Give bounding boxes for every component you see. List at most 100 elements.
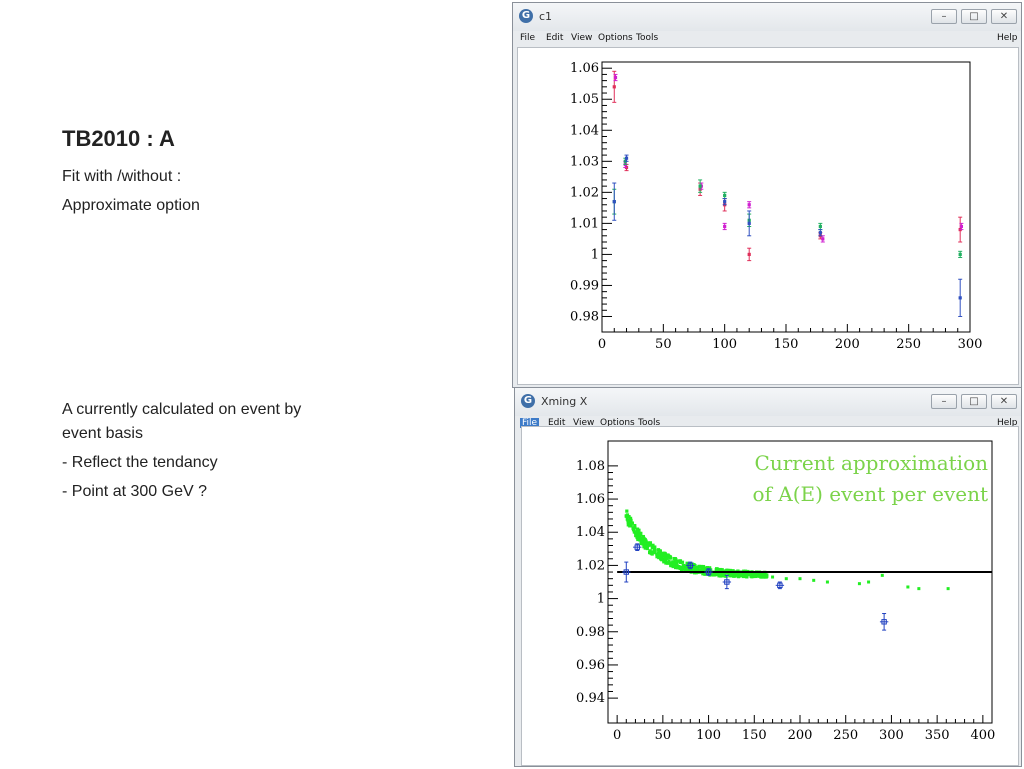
annotation-line1: Current approximation: [755, 451, 989, 475]
green-event-point: [946, 587, 950, 591]
green-event-point: [643, 544, 647, 548]
green-event-point: [737, 573, 741, 577]
y-tick-label: 1.02: [576, 558, 605, 573]
annotation-line2: of A(E) event per event: [753, 482, 989, 506]
menubar: File Edit View Options Tools Help: [513, 31, 1021, 47]
green-event-point: [749, 574, 753, 578]
data-point: [613, 75, 618, 80]
x-tick-label: 50: [655, 337, 672, 352]
bullet-300gev: - Point at 300 GeV ?: [62, 483, 207, 500]
green-event-point: [637, 531, 641, 535]
green-event-point: [676, 566, 680, 570]
slide-title: TB2010 : A: [62, 126, 175, 151]
green-event-point: [653, 545, 657, 549]
green-event-point: [625, 509, 629, 513]
plot-frame-box: [601, 61, 971, 333]
y-tick-label: 1.05: [570, 92, 599, 107]
green-event-point: [715, 567, 720, 571]
y-tick-label: 0.96: [576, 658, 605, 673]
data-point: [747, 252, 751, 257]
data-point: [958, 252, 962, 257]
green-event-point: [699, 568, 703, 572]
green-event-point: [634, 530, 638, 534]
x-tick-label: 200: [788, 728, 813, 743]
green-event-point: [880, 573, 884, 577]
green-event-point: [825, 580, 829, 584]
menu-help[interactable]: Help: [997, 33, 1018, 43]
data-point: [723, 224, 727, 229]
menu-file[interactable]: File: [520, 33, 535, 43]
data-point: [959, 224, 964, 229]
green-event-point: [633, 524, 637, 528]
green-event-point: [784, 577, 788, 581]
x-tick-label: 100: [696, 728, 721, 743]
data-point: [821, 237, 825, 241]
close-button[interactable]: ✕: [991, 9, 1017, 24]
menu-edit[interactable]: Edit: [546, 33, 563, 43]
green-event-point: [671, 560, 675, 564]
green-event-point: [759, 573, 763, 578]
green-event-point: [744, 573, 748, 577]
window-title: c1: [539, 10, 553, 23]
green-event-point: [665, 556, 669, 560]
data-point: [958, 296, 962, 300]
canvas-xming[interactable]: 0 50 100 150 200 250 300 350 400 0.94 0.96 0.98 1 1.0…: [521, 426, 1019, 766]
green-event-point: [660, 558, 664, 562]
green-event-point: [697, 564, 701, 568]
y-tick-label: 0.98: [576, 625, 605, 640]
slide-subtitle-line1: Fit with /without :: [62, 168, 182, 185]
maximize-button[interactable]: □: [961, 394, 987, 409]
y-tick-label: 1.06: [570, 61, 599, 76]
green-event-point: [676, 559, 680, 563]
x-tick-label: 200: [835, 337, 860, 352]
maximize-button[interactable]: □: [961, 9, 987, 24]
y-tick-label: 1.04: [570, 123, 599, 138]
y-tick-label: 1.02: [570, 185, 599, 200]
data-point: [818, 231, 822, 235]
y-tick-label: 1.03: [570, 154, 599, 169]
data-point: [612, 85, 616, 89]
y-tick-label: 1.01: [570, 216, 599, 231]
window-titlebar[interactable]: G c1 – □ ✕: [513, 3, 1021, 31]
green-event-point: [857, 582, 861, 586]
x-tick-label: 250: [896, 337, 921, 352]
data-point: [612, 200, 616, 204]
root-app-icon: G: [521, 394, 535, 408]
x-tick-label: 150: [774, 337, 799, 352]
data-point: [698, 184, 702, 188]
close-button[interactable]: ✕: [991, 394, 1017, 409]
y-tick-label: 0.98: [570, 309, 599, 324]
x-tick-label: 350: [925, 728, 950, 743]
minimize-button[interactable]: –: [931, 394, 957, 409]
slide-paragraph: A currently calculated on event by event…: [62, 398, 362, 509]
x-tick-label: 250: [833, 728, 858, 743]
x-tick-label: 300: [879, 728, 904, 743]
paragraph-line-b: event basis: [62, 425, 143, 442]
menu-tools[interactable]: Tools: [636, 33, 658, 43]
menu-view[interactable]: View: [571, 33, 592, 43]
green-event-point: [867, 580, 871, 584]
canvas-c1[interactable]: 0 50 100 150 200 250 300 0.98 0.99 1 1.01 1.02 1.03 1…: [517, 47, 1019, 385]
green-event-point: [650, 552, 654, 556]
x-tick-label: 400: [970, 728, 995, 743]
x-tick-label: 0: [598, 337, 606, 352]
slide-subtitle-line2: Approximate option: [62, 197, 200, 214]
green-event-point: [695, 567, 699, 571]
green-event-point: [627, 515, 631, 519]
x-tick-label: 0: [613, 728, 621, 743]
window-c1: G c1 – □ ✕ File Edit View Options Tools …: [512, 2, 1022, 388]
root-app-icon: G: [519, 9, 533, 23]
data-point: [723, 193, 727, 198]
green-event-point: [906, 585, 910, 589]
window-titlebar[interactable]: G Xming X – □ ✕: [515, 388, 1021, 416]
green-event-point: [627, 520, 631, 525]
data-point: [747, 203, 751, 207]
green-event-point: [917, 587, 921, 591]
data-point: [818, 224, 822, 229]
green-event-point: [668, 555, 673, 559]
green-event-point: [663, 553, 667, 557]
minimize-button[interactable]: –: [931, 9, 957, 24]
green-event-point: [718, 574, 723, 578]
window-xming: G Xming X – □ ✕ File Edit View Options T…: [514, 387, 1022, 767]
menu-options[interactable]: Options: [598, 33, 633, 43]
